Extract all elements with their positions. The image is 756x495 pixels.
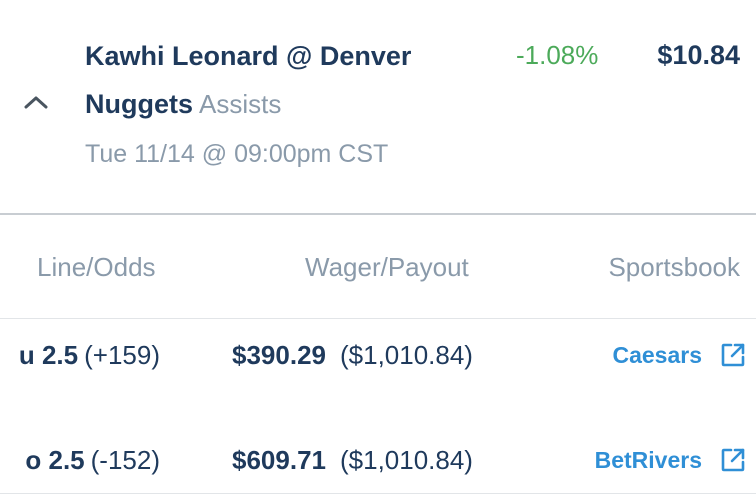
external-link-icon[interactable] [720,447,746,473]
wager-value: $390.29 [232,340,326,370]
sportsbook-link-caesars[interactable]: Caesars [612,335,746,375]
sportsbook-link-betrivers[interactable]: BetRivers [595,440,746,480]
payout-value: ($1,010.84) [339,340,473,370]
odds-value: (-152) [90,445,160,475]
table-row: u 2.5 (+159) $390.29 ($1,010.84) Caesars [0,331,756,381]
chevron-up-icon [24,96,48,109]
line-odds-cell: o 2.5 (-152) [25,440,160,480]
price-change: -1.08% [516,40,599,70]
row-divider [0,493,756,494]
market-type: Assists [199,89,282,119]
bet-title-block: Kawhi Leonard @ Denver Nuggets Assists Tu… [85,32,505,178]
wager-payout-cell: $390.29 ($1,010.84) [232,335,473,375]
external-link-icon[interactable] [720,342,746,368]
wager-value: $609.71 [232,445,326,475]
bet-title-team: Nuggets [85,89,193,119]
payout-value: ($1,010.84) [339,445,473,475]
bet-title-line-1: Kawhi Leonard @ Denver [85,41,412,71]
bet-detail-card: Kawhi Leonard @ Denver Nuggets Assists Tu… [0,0,756,495]
line-odds-cell: u 2.5 (+159) [19,335,160,375]
table-row: o 2.5 (-152) $609.71 ($1,010.84) BetRivers [0,436,756,486]
event-datetime: Tue 11/14 @ 09:00pm CST [85,140,389,168]
line-value: o 2.5 [25,445,85,475]
column-header-sportsbook: Sportsbook [608,252,740,282]
bet-title-line-2: Nuggets Assists [85,80,505,128]
sportsbook-name[interactable]: BetRivers [595,447,702,474]
section-divider [0,213,756,215]
wager-payout-cell: $609.71 ($1,010.84) [232,440,473,480]
column-header-line-odds: Line/Odds [37,252,156,282]
odds-value: (+159) [84,340,160,370]
bet-price: $10.84 [657,40,740,70]
line-value: u 2.5 [18,340,79,370]
sportsbook-name[interactable]: Caesars [612,342,702,369]
collapse-toggle[interactable] [20,88,52,116]
header-divider [0,318,756,319]
column-header-wager-payout: Wager/Payout [305,252,469,282]
